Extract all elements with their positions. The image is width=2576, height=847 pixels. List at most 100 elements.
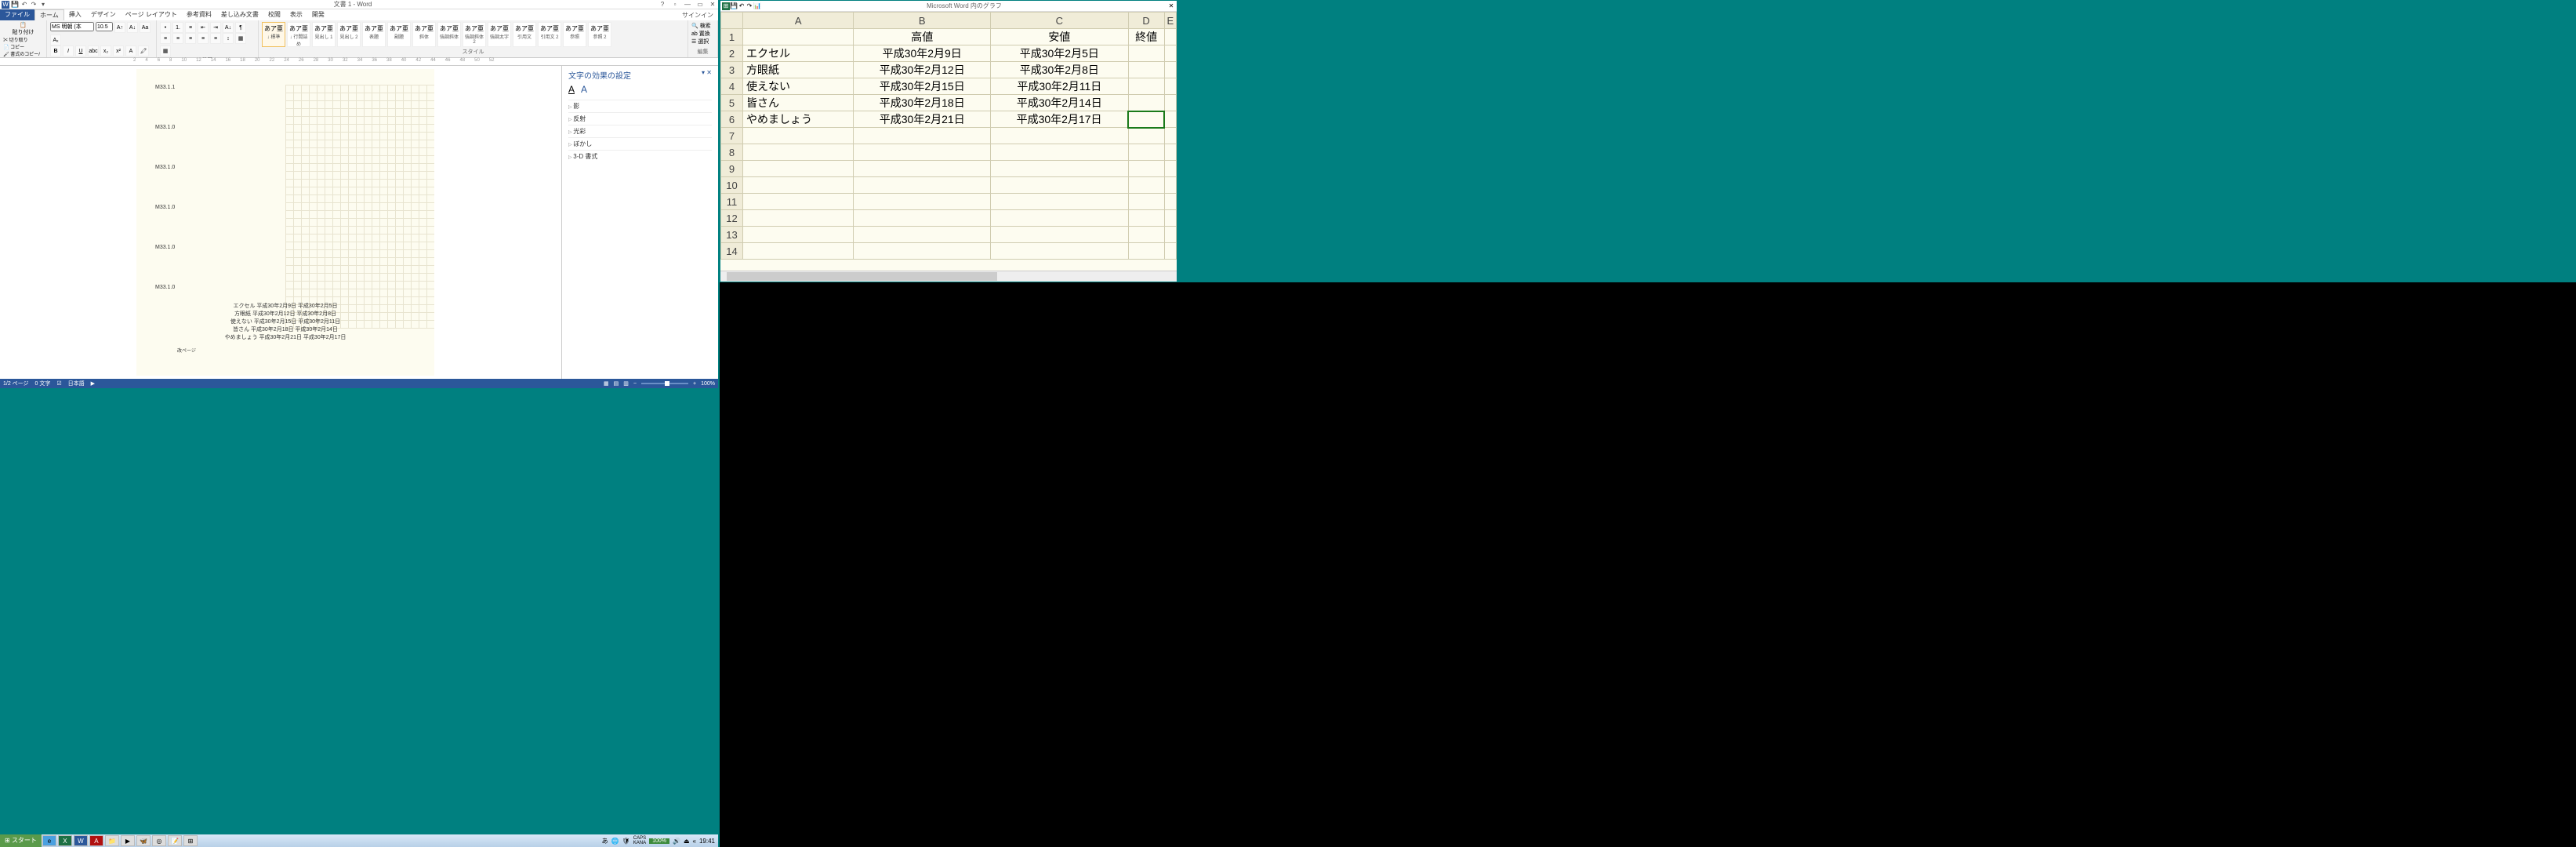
excel-grid[interactable]: ABCDE1高値安値終値2エクセル平成30年2月9日平成30年2月5日3方眼紙平… <box>720 12 1177 271</box>
start-button[interactable]: ⊞ スタート <box>0 834 42 847</box>
style-item[interactable]: あア亜強調太字 <box>488 22 511 47</box>
view-web-icon[interactable]: ▥ <box>623 380 629 387</box>
taskbar-ie-icon[interactable]: e <box>42 835 56 846</box>
indent-decrease-icon[interactable]: ⇤ <box>198 22 209 33</box>
zoom-out-icon[interactable]: − <box>633 381 637 387</box>
taskbar-notes-icon[interactable]: 📝 <box>168 835 182 846</box>
strike-icon[interactable]: abc <box>88 45 99 56</box>
change-case-icon[interactable]: Aa <box>140 22 151 33</box>
status-lang[interactable]: 日本語 <box>68 380 85 387</box>
effects-pane-close-icon[interactable]: ▾ ✕ <box>702 69 712 81</box>
multilevel-icon[interactable]: ≡ <box>185 22 196 33</box>
row-header[interactable]: 1 <box>721 29 743 45</box>
text-fill-outline-icon[interactable]: A <box>568 84 575 95</box>
shading-icon[interactable]: ▦ <box>235 33 246 44</box>
tab-home[interactable]: ホーム <box>34 9 64 20</box>
cell[interactable]: 平成30年2月9日 <box>854 45 991 62</box>
justify-icon[interactable]: ≡ <box>198 33 209 44</box>
replace-button[interactable]: ab 置換 <box>691 30 714 38</box>
excel-close-icon[interactable]: ✕ <box>1167 2 1175 10</box>
zoom-level[interactable]: 100% <box>701 381 715 387</box>
tray-network-icon[interactable]: 🌐 <box>611 838 619 845</box>
help-icon[interactable]: ? <box>659 1 666 9</box>
tab-review[interactable]: 校閲 <box>263 9 285 20</box>
text-effects-tab-icon[interactable]: A <box>581 84 587 95</box>
font-name-combo[interactable] <box>50 22 94 31</box>
status-page[interactable]: 1/2 ページ <box>3 380 29 387</box>
tray-volume-icon[interactable]: 🔊 <box>673 838 680 845</box>
cell[interactable]: 平成30年2月11日 <box>991 78 1128 95</box>
tab-design[interactable]: デザイン <box>86 9 121 20</box>
cell[interactable]: 平成30年2月5日 <box>991 45 1128 62</box>
style-item[interactable]: あア亜強調斜体 <box>437 22 461 47</box>
numbering-icon[interactable]: 1. <box>172 22 183 33</box>
effect-section[interactable]: 光彩 <box>568 125 712 137</box>
cell[interactable]: 平成30年2月15日 <box>854 78 991 95</box>
undo-icon[interactable]: ↶ <box>20 1 28 9</box>
excel-horizontal-scrollbar[interactable] <box>720 271 1177 282</box>
taskbar-acrobat-icon[interactable]: A <box>89 835 103 846</box>
style-item[interactable]: あア亜斜体 <box>412 22 436 47</box>
cell[interactable] <box>1128 62 1164 78</box>
tab-file[interactable]: ファイル <box>0 9 34 20</box>
style-item[interactable]: あア亜見出し 2 <box>337 22 361 47</box>
select-button[interactable]: ☰ 選択 <box>691 38 714 45</box>
battery-indicator[interactable]: 100% <box>649 838 669 844</box>
cell[interactable] <box>1128 111 1164 128</box>
row-header[interactable]: 9 <box>721 161 743 177</box>
cell[interactable]: エクセル <box>743 45 854 62</box>
style-item[interactable]: あア亜強調斜体 2 <box>463 22 486 47</box>
taskbar-explorer-icon[interactable]: 📁 <box>105 835 119 846</box>
qat-customize-icon[interactable]: ▾ <box>39 1 47 9</box>
sort-icon[interactable]: A↓ <box>223 22 234 33</box>
cell[interactable]: やめましょう <box>743 111 854 128</box>
save-icon[interactable]: 💾 <box>11 1 19 9</box>
tab-layout[interactable]: ページ レイアウト <box>121 9 182 20</box>
effect-section[interactable]: 影 <box>568 100 712 112</box>
text-effects-icon[interactable]: A <box>125 45 136 56</box>
taskbar-excel-icon[interactable]: X <box>58 835 72 846</box>
row-header[interactable]: 8 <box>721 144 743 161</box>
select-all-cell[interactable] <box>721 13 743 29</box>
tray-chevron-icon[interactable]: « <box>693 838 696 845</box>
tab-insert[interactable]: 挿入 <box>64 9 86 20</box>
effect-section[interactable]: 反射 <box>568 112 712 125</box>
cell[interactable]: 平成30年2月14日 <box>991 95 1128 111</box>
tab-view[interactable]: 表示 <box>285 9 307 20</box>
show-marks-icon[interactable]: ¶ <box>235 22 246 33</box>
grow-font-icon[interactable]: A↑ <box>114 22 125 33</box>
line-spacing-icon[interactable]: ↕ <box>223 33 234 44</box>
cell[interactable]: 高値 <box>854 29 991 45</box>
zoom-slider[interactable] <box>641 383 688 384</box>
close-icon[interactable]: ✕ <box>709 1 717 9</box>
cell[interactable]: 平成30年2月8日 <box>991 62 1128 78</box>
clock[interactable]: 19:41 <box>699 838 715 845</box>
row-header[interactable]: 6 <box>721 111 743 128</box>
tray-shield-icon[interactable]: 🛡 <box>622 838 630 845</box>
col-header[interactable]: E <box>1164 13 1176 29</box>
italic-icon[interactable]: I <box>63 45 74 56</box>
style-item[interactable]: あア亜↓ 行間詰め <box>287 22 310 47</box>
excel-chart-icon[interactable]: 📊 <box>753 2 761 10</box>
tray-usb-icon[interactable]: ⏏ <box>684 838 690 845</box>
signin-link[interactable]: サインイン <box>682 11 718 20</box>
copy-button[interactable]: 📄 コピー <box>3 43 43 50</box>
tab-developer[interactable]: 開発 <box>307 9 329 20</box>
col-header[interactable]: B <box>854 13 991 29</box>
status-words[interactable]: 0 文字 <box>35 380 51 387</box>
style-item[interactable]: あア亜副題 <box>387 22 411 47</box>
tab-mailings[interactable]: 差し込み文書 <box>216 9 263 20</box>
ribbon-options-icon[interactable]: ▫ <box>671 1 679 9</box>
cell[interactable]: 平成30年2月18日 <box>854 95 991 111</box>
style-item[interactable]: あア亜↓ 標準 <box>262 22 285 47</box>
distribute-icon[interactable]: ≡ <box>210 33 221 44</box>
align-left-icon[interactable]: ≡ <box>160 33 171 44</box>
tab-references[interactable]: 参考資料 <box>182 9 216 20</box>
superscript-icon[interactable]: x² <box>113 45 124 56</box>
style-item[interactable]: あア亜引用文 2 <box>538 22 561 47</box>
paste-button[interactable]: 📋貼り付け <box>3 22 43 36</box>
row-header[interactable]: 2 <box>721 45 743 62</box>
shrink-font-icon[interactable]: A↓ <box>127 22 138 33</box>
align-center-icon[interactable]: ≡ <box>172 33 183 44</box>
excel-save-icon[interactable]: 💾 <box>730 2 738 10</box>
